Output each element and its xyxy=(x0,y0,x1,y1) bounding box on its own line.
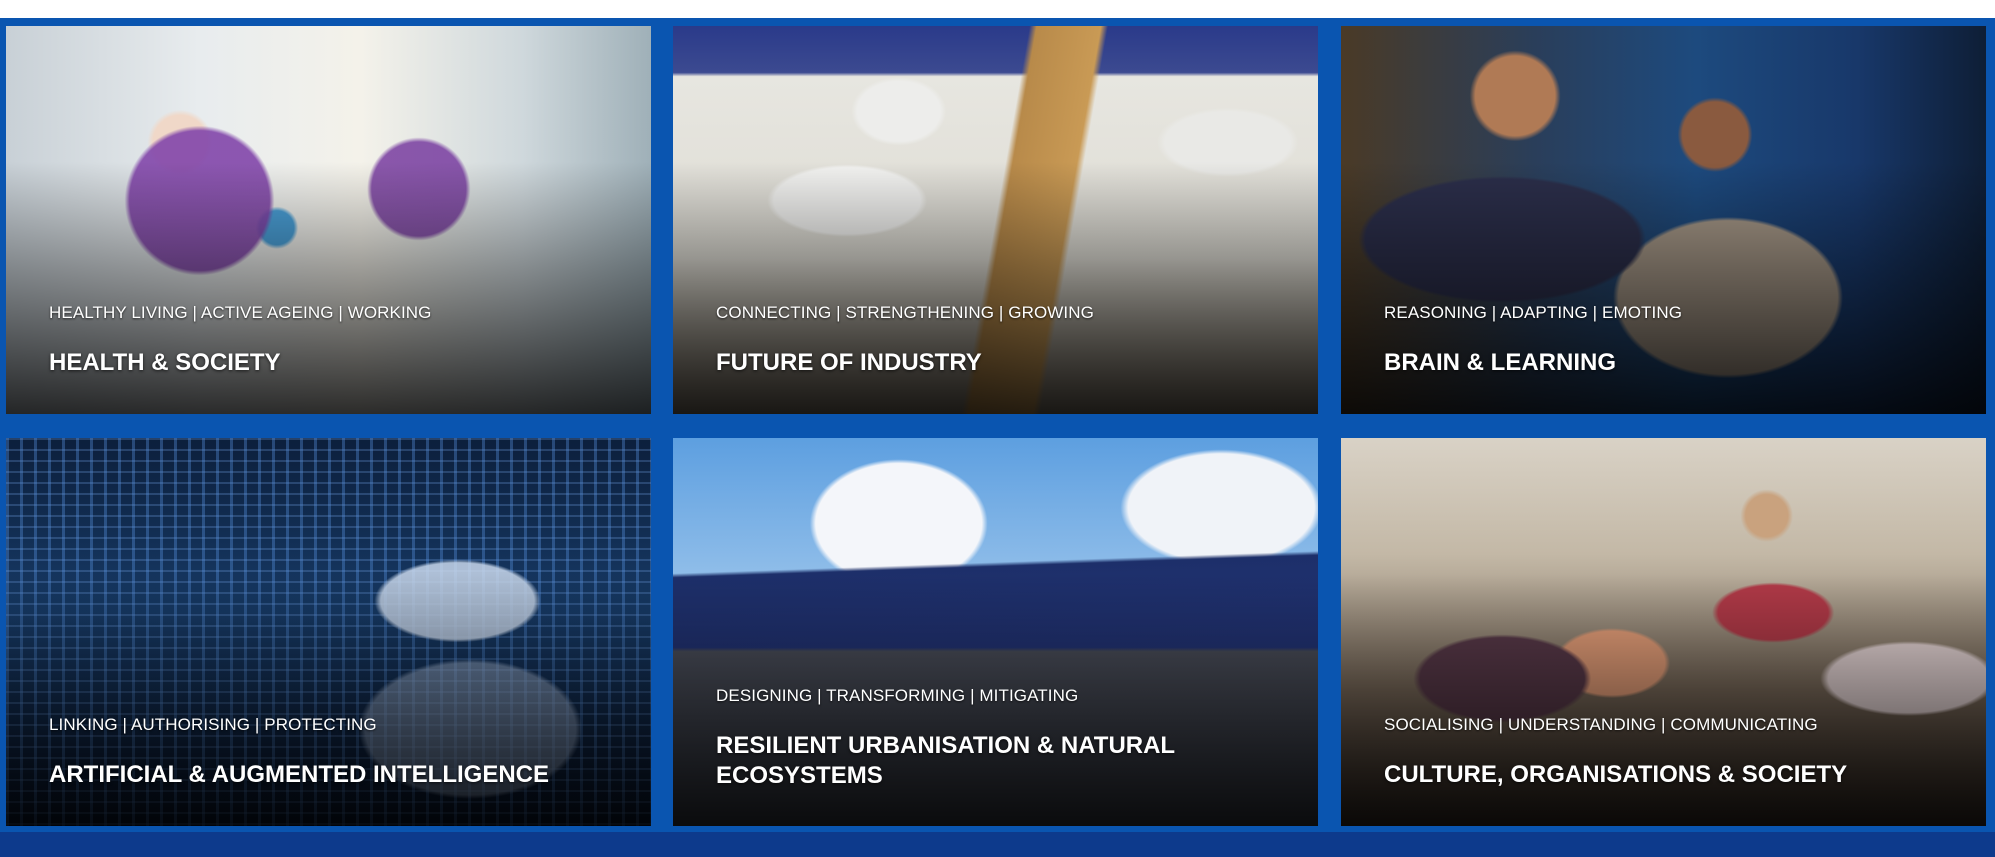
tile-tags: SOCIALISING | UNDERSTANDING | COMMUNICAT… xyxy=(1384,715,1818,734)
tile-artificial-augmented-intelligence[interactable]: LINKING | AUTHORISING | PROTECTING ARTIF… xyxy=(6,438,651,826)
tile-brain-learning[interactable]: REASONING | ADAPTING | EMOTING BRAIN & L… xyxy=(1341,26,1986,414)
tile-future-of-industry[interactable]: CONNECTING | STRENGTHENING | GROWING FUT… xyxy=(673,26,1318,414)
tile-tags: REASONING | ADAPTING | EMOTING xyxy=(1384,303,1683,322)
tile-title: RESILIENT URBANISATION & NATURAL ECOSYST… xyxy=(716,732,1175,789)
tile-culture-organisations-society[interactable]: SOCIALISING | UNDERSTANDING | COMMUNICAT… xyxy=(1341,438,1986,826)
tile-title: CULTURE, ORGANISATIONS & SOCIETY xyxy=(1384,761,1848,788)
tile-tags: LINKING | AUTHORISING | PROTECTING xyxy=(49,715,377,734)
tile-tags: DESIGNING | TRANSFORMING | MITIGATING xyxy=(716,686,1079,705)
tile-title: FUTURE OF INDUSTRY xyxy=(716,349,982,376)
research-themes-grid: HEALTHY LIVING | ACTIVE AGEING | WORKING… xyxy=(0,18,1995,832)
tile-tags: HEALTHY LIVING | ACTIVE AGEING | WORKING xyxy=(49,303,432,322)
tile-title: HEALTH & SOCIETY xyxy=(49,349,281,376)
tile-title: BRAIN & LEARNING xyxy=(1384,349,1616,376)
top-strip xyxy=(0,0,1995,18)
tile-resilient-urbanisation[interactable]: DESIGNING | TRANSFORMING | MITIGATING RE… xyxy=(673,438,1318,826)
bottom-bar xyxy=(0,832,1995,857)
tile-health-society[interactable]: HEALTHY LIVING | ACTIVE AGEING | WORKING… xyxy=(6,26,651,414)
tile-title: ARTIFICIAL & AUGMENTED INTELLIGENCE xyxy=(49,761,549,788)
tile-tags: CONNECTING | STRENGTHENING | GROWING xyxy=(716,303,1094,322)
